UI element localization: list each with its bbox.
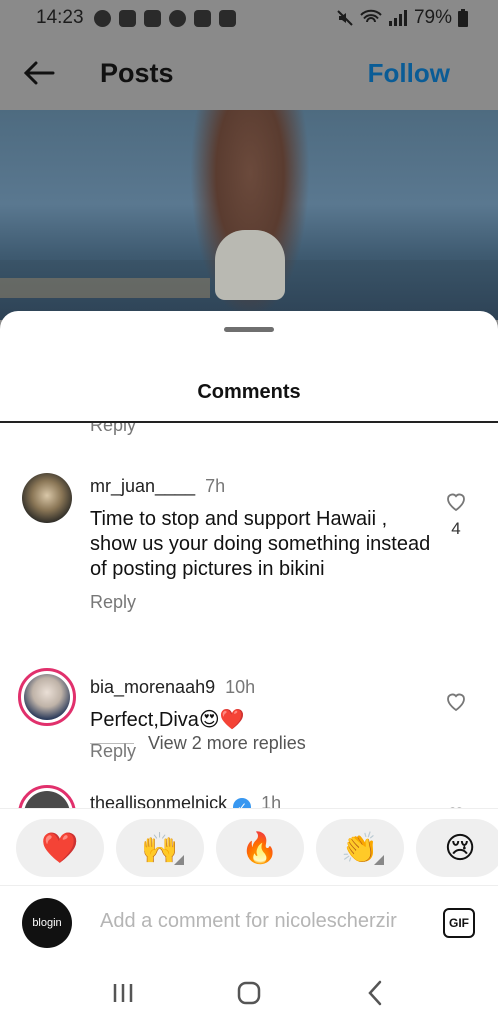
notification-icons <box>93 9 236 27</box>
comment-time: 10h <box>225 677 256 697</box>
reply-button[interactable]: Reply <box>90 741 136 762</box>
home-button[interactable] <box>229 973 269 1013</box>
comment-time: 1h <box>261 793 282 808</box>
status-right: 79% <box>336 7 468 29</box>
recent-apps-button[interactable] <box>103 973 143 1013</box>
back-nav-button[interactable] <box>355 973 395 1013</box>
comment-username[interactable]: bia_morenaah9 <box>90 677 215 697</box>
instagram-icon <box>143 9 161 27</box>
view-more-label: View 2 more replies <box>148 733 306 753</box>
status-time: 14:23 <box>36 7 84 28</box>
post-image-shore <box>0 278 210 298</box>
reply-button[interactable]: Reply <box>90 423 136 436</box>
comments-list[interactable]: Reply mr_juan____ 7h Time to stop and sup… <box>0 423 498 808</box>
gif-label: GIF <box>449 916 469 930</box>
comments-sheet: Comments Reply mr_juan____ 7h Time to sto… <box>0 311 498 1024</box>
comment-input[interactable] <box>100 910 425 933</box>
arrow-left-icon <box>23 61 55 85</box>
follow-button[interactable]: Follow <box>368 58 450 89</box>
mute-icon <box>337 10 353 26</box>
comment-username[interactable]: mr_juan____ <box>90 476 195 496</box>
comment-text: Time to stop and support Hawaii , show u… <box>90 508 431 580</box>
red-heart-icon: ❤️ <box>41 831 79 865</box>
crying-face-icon: 😢 <box>444 831 476 865</box>
battery-percent: 79% <box>413 7 452 28</box>
close-box-icon <box>218 9 236 27</box>
verified-badge-icon: ✓ <box>233 798 252 808</box>
back-button[interactable] <box>22 56 56 90</box>
shazam-icon <box>168 9 186 27</box>
facebook-icon <box>93 9 111 27</box>
comment-username[interactable]: theallisonmelnick <box>90 793 227 808</box>
comment-text: Perfect,Diva😍❤️ <box>90 709 245 731</box>
avatar-image <box>24 674 70 720</box>
heart-icon[interactable] <box>444 689 468 713</box>
reaction-fire-button[interactable]: 🔥 <box>216 819 304 877</box>
wifi-icon <box>360 9 382 23</box>
reaction-heart-button[interactable]: ❤️ <box>16 819 104 877</box>
app-header: Posts Follow <box>0 36 498 110</box>
my-avatar: blogin <box>22 898 72 948</box>
instagram-icon <box>118 9 136 27</box>
avatar-logo-text: blogin <box>32 917 62 929</box>
page-title: Posts <box>100 57 174 88</box>
battery-icon <box>458 9 468 27</box>
reaction-raised-hands-button[interactable]: 🙌 <box>116 819 204 877</box>
avatar[interactable] <box>18 785 76 808</box>
chevron-left-icon <box>368 980 382 1005</box>
comment-time: 7h <box>205 476 226 496</box>
post-image-swimsuit <box>215 230 285 300</box>
avatar-image <box>24 791 70 808</box>
quick-reactions: ❤️ 🙌 🔥 👏 😢 <box>0 808 498 886</box>
reaction-crying-button[interactable]: 😢 <box>416 819 498 877</box>
heart-icon[interactable] <box>444 489 468 513</box>
gallery-icon <box>193 9 211 27</box>
sheet-drag-handle[interactable] <box>224 327 274 332</box>
comment-header: mr_juan____ 7h <box>90 476 225 497</box>
avatar[interactable] <box>22 473 72 523</box>
recent-apps-icon <box>113 983 133 1002</box>
avatar[interactable] <box>18 668 76 726</box>
comment-input-row: blogin GIF <box>0 886 498 961</box>
reaction-clap-button[interactable]: 👏 <box>316 819 404 877</box>
system-nav-bar <box>0 961 498 1024</box>
signal-icon <box>388 10 407 26</box>
home-icon <box>237 981 261 1004</box>
post-image <box>0 110 498 320</box>
skin-tone-indicator <box>174 855 184 865</box>
comment-header: bia_morenaah9 10h <box>90 677 255 698</box>
fire-icon: 🔥 <box>241 831 279 865</box>
status-bar: 14:23 79% <box>0 0 498 36</box>
sheet-title: Comments <box>197 381 301 403</box>
reply-button[interactable]: Reply <box>90 592 136 613</box>
comment-header: theallisonmelnick ✓ 1h <box>90 793 281 808</box>
skin-tone-indicator <box>374 855 384 865</box>
like-count: 4 <box>451 519 461 538</box>
gif-button[interactable]: GIF <box>443 908 475 938</box>
